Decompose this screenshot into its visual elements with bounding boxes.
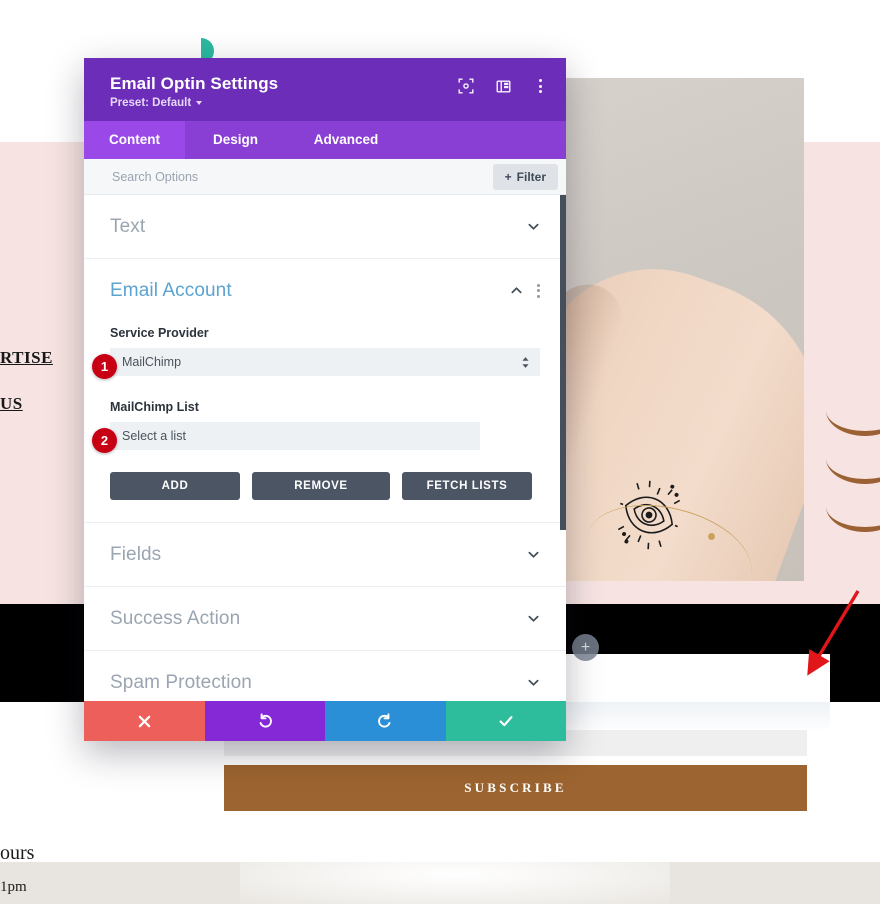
hours-time: 1pm [0,879,27,895]
chevron-down-icon[interactable] [527,220,540,233]
chevron-up-icon[interactable] [510,284,523,297]
tab-advanced[interactable]: Advanced [286,121,406,159]
remove-button[interactable]: REMOVE [252,472,390,500]
subscribe-button[interactable]: SUBSCRIBE [224,765,807,811]
filter-button[interactable]: + Filter [492,163,558,190]
redo-arrow-icon [378,713,391,728]
checkmark-icon [499,716,513,727]
modal-footer [84,701,566,741]
section-spam-protection: Spam Protection [84,651,566,701]
modal-body[interactable]: Text Email Account Service Provider Mail… [84,195,566,701]
service-provider-value: MailChimp [122,355,182,369]
service-provider-label: Service Provider [110,326,209,340]
nav-links-partial: RTISE US [0,348,60,440]
save-button[interactable] [445,701,566,741]
section-text: Text [84,195,566,259]
modal-header-icons [458,78,548,94]
mailchimp-list-label: MailChimp List [110,400,199,414]
filter-button-label: Filter [516,169,546,184]
section-spam-protection-title: Spam Protection [110,671,252,693]
modal-header: Email Optin Settings Preset: Default [84,58,566,121]
section-email-account-body: Service Provider MailChimp MailChimp Lis… [110,326,540,522]
mailchimp-list-select[interactable]: Select a list [110,422,480,450]
list-action-buttons: ADD REMOVE FETCH LISTS [110,472,540,500]
vertical-dots-icon[interactable] [537,283,540,298]
preset-selector[interactable]: Preset: Default [110,97,546,109]
chevron-down-icon[interactable] [527,676,540,689]
chevron-down-icon[interactable] [527,612,540,625]
section-spam-protection-header[interactable]: Spam Protection [110,651,540,701]
add-module-button[interactable]: + [572,634,599,661]
hours-block: ours 1pm [0,842,80,896]
redo-button[interactable] [325,701,446,741]
chevron-down-icon[interactable] [527,548,540,561]
bracelet-bead [708,533,715,540]
callout-badge-2: 2 [92,428,117,453]
tab-content[interactable]: Content [84,121,185,159]
spinner-arrows-icon [521,356,530,369]
email-optin-settings-modal: Email Optin Settings Preset: Default Con… [84,58,566,741]
section-email-account-header[interactable]: Email Account [110,259,540,322]
section-fields-controls [527,548,540,561]
section-fields: Fields [84,523,566,587]
plus-icon: + [504,169,512,184]
section-success-action-title: Success Action [110,607,241,629]
callout-badge-1: 1 [92,354,117,379]
tab-design[interactable]: Design [185,121,286,159]
section-spam-protection-controls [527,676,540,689]
modal-scrollbar[interactable] [560,195,566,530]
add-button[interactable]: ADD [110,472,240,500]
section-text-title: Text [110,215,146,237]
chevron-down-icon [196,101,203,105]
section-email-account: Email Account Service Provider MailChimp [84,259,566,523]
arm-tattoo-photo [563,78,804,581]
nav-link-contact[interactable]: US [0,394,60,414]
arc-2 [826,433,880,484]
section-email-account-controls [510,283,540,298]
hours-heading: ours [0,842,35,864]
section-fields-title: Fields [110,543,162,565]
cancel-button[interactable] [84,701,205,741]
arc-3 [826,481,880,532]
undo-button[interactable] [204,701,325,741]
nav-link-expertise[interactable]: RTISE [0,348,60,368]
section-fields-header[interactable]: Fields [110,523,540,586]
vertical-dots-icon[interactable] [532,78,548,94]
search-row: + Filter [84,159,566,195]
search-input[interactable] [110,168,493,185]
preset-label: Preset: Default [110,97,192,109]
section-success-action: Success Action [84,587,566,651]
focus-target-icon[interactable] [458,78,474,94]
mailchimp-list-value: Select a list [122,429,186,443]
section-text-controls [527,220,540,233]
arc-1 [826,385,880,436]
fetch-lists-button[interactable]: FETCH LISTS [402,472,532,500]
section-text-header[interactable]: Text [110,195,540,258]
service-provider-select[interactable]: MailChimp [110,348,540,376]
decorative-arcs [826,385,880,532]
undo-arrow-icon [259,713,272,728]
modal-tabs: Content Design Advanced [84,121,566,159]
close-x-icon [138,715,151,727]
section-success-action-header[interactable]: Success Action [110,587,540,650]
section-email-account-title: Email Account [110,279,232,301]
footer-image [240,862,670,904]
layout-panel-icon[interactable] [495,78,511,94]
section-success-action-controls [527,612,540,625]
